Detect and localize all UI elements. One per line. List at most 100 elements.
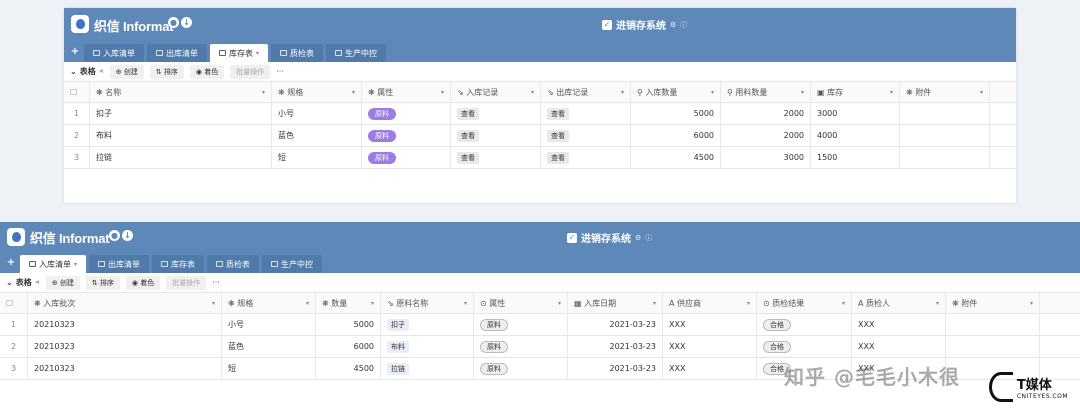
cell-spec[interactable]: 蓝色 — [222, 336, 316, 357]
cell-name[interactable]: 扣子 — [90, 103, 272, 124]
col-spec[interactable]: ❋ 规格 ▾ — [222, 293, 316, 313]
col-stock[interactable]: ▣ 库存 ▾ — [811, 82, 900, 102]
cell-result[interactable]: 合格 — [757, 336, 852, 357]
select-all-checkbox[interactable]: ☐ — [0, 293, 28, 313]
cell-date[interactable]: 2021-03-23 — [568, 314, 663, 335]
cell-attr[interactable]: 原料 — [474, 314, 568, 335]
cell-stock[interactable]: 4000 — [811, 125, 900, 146]
cell-result[interactable]: 合格 — [757, 314, 852, 335]
cell-attr[interactable]: 原料 — [362, 103, 451, 124]
cell-spec[interactable]: 短 — [222, 358, 316, 379]
cell-name[interactable]: 拉链 — [90, 147, 272, 168]
cell-stock[interactable]: 3000 — [811, 103, 900, 124]
cell-attach[interactable] — [900, 147, 990, 168]
view-link[interactable]: 查看 — [457, 107, 479, 120]
gear-icon[interactable]: ⚙ — [635, 234, 641, 242]
cell-inspector[interactable]: XXX — [852, 314, 946, 335]
col-name[interactable]: ❋ 名称 ▾ — [90, 82, 272, 102]
col-in-record[interactable]: ⇘ 入库记录 ▾ — [451, 82, 541, 102]
col-attach[interactable]: ❋ 附件 ▾ — [900, 82, 990, 102]
material-link[interactable]: 布料 — [387, 340, 409, 353]
view-link[interactable]: 查看 — [547, 107, 569, 120]
cell-material[interactable]: 扣子 — [381, 314, 474, 335]
view-link[interactable]: 查看 — [457, 129, 479, 142]
cell-use-qty[interactable]: 2000 — [721, 125, 811, 146]
cell-batch[interactable]: 20210323 — [28, 336, 222, 357]
sort-button[interactable]: ⇅ 排序 — [149, 64, 184, 79]
col-attr[interactable]: ⊙ 属性 ▾ — [474, 293, 568, 313]
sort-button[interactable]: ⇅ 排序 — [85, 275, 120, 290]
col-use-qty[interactable]: ⚲ 用料数量 ▾ — [721, 82, 811, 102]
cell-name[interactable]: 布料 — [90, 125, 272, 146]
material-link[interactable]: 拉链 — [387, 362, 409, 375]
chevron-down-icon[interactable]: ▾ — [256, 50, 259, 57]
tab-qc[interactable]: 质检表 — [271, 44, 324, 62]
col-material[interactable]: ⇘ 原料名称 ▾ — [381, 293, 474, 313]
cell-attr[interactable]: 原料 — [474, 336, 568, 357]
chevron-down-icon[interactable]: ▾ — [74, 261, 77, 268]
view-link[interactable]: 查看 — [547, 129, 569, 142]
cell-supplier[interactable]: XXX — [663, 336, 757, 357]
cell-out-record[interactable]: 查看 — [541, 125, 631, 146]
tab-inbound[interactable]: 入库清单 ▾ — [20, 255, 87, 273]
tab-inbound[interactable]: 入库清单 — [84, 44, 144, 62]
cell-batch[interactable]: 20210323 — [28, 314, 222, 335]
col-inspector[interactable]: A 质检人 ▾ — [852, 293, 946, 313]
cell-out-record[interactable]: 查看 — [541, 147, 631, 168]
more-button[interactable]: ··· — [276, 67, 284, 76]
view-selector[interactable]: ⌄ 表格 ⋖ — [6, 277, 40, 288]
gear-icon[interactable]: ⚙ — [670, 21, 676, 29]
material-link[interactable]: 扣子 — [387, 318, 409, 331]
color-button[interactable]: ◉ 着色 — [189, 64, 225, 79]
cell-in-record[interactable]: 查看 — [451, 103, 541, 124]
create-button[interactable]: ⊕ 创建 — [109, 64, 144, 79]
cell-spec[interactable]: 小号 — [222, 314, 316, 335]
cell-spec[interactable]: 蓝色 — [272, 125, 362, 146]
tab-outbound[interactable]: 出库清单 — [147, 44, 207, 62]
cell-attr[interactable]: 原料 — [474, 358, 568, 379]
table-row[interactable]: 1 扣子 小号 原料 查看 查看 5000 2000 3000 — [64, 103, 1016, 125]
cell-out-record[interactable]: 查看 — [541, 103, 631, 124]
cell-attr[interactable]: 原料 — [362, 125, 451, 146]
col-out-record[interactable]: ⇘ 出库记录 ▾ — [541, 82, 631, 102]
col-date[interactable]: ▦ 入库日期 ▾ — [568, 293, 663, 313]
add-tab-icon[interactable]: + — [69, 46, 81, 57]
info-icon[interactable]: ⓘ — [680, 20, 687, 30]
add-tab-icon[interactable]: + — [5, 257, 17, 268]
tab-stock[interactable]: 库存表 — [152, 255, 205, 273]
cell-attach[interactable] — [946, 336, 1040, 357]
select-all-checkbox[interactable]: ☐ — [64, 82, 90, 102]
cell-supplier[interactable]: XXX — [663, 314, 757, 335]
cell-material[interactable]: 拉链 — [381, 358, 474, 379]
cell-in-record[interactable]: 查看 — [451, 125, 541, 146]
cell-attach[interactable] — [946, 314, 1040, 335]
create-button[interactable]: ⊕ 创建 — [45, 275, 80, 290]
view-link[interactable]: 查看 — [457, 151, 479, 164]
info-icon[interactable]: ⓘ — [645, 233, 652, 243]
cell-attr[interactable]: 原料 — [362, 147, 451, 168]
table-row[interactable]: 2 布料 蓝色 原料 查看 查看 6000 2000 4000 — [64, 125, 1016, 147]
cell-supplier[interactable]: XXX — [663, 358, 757, 379]
download-icon[interactable]: ↓ — [181, 17, 192, 28]
tab-qc[interactable]: 质检表 — [207, 255, 260, 273]
download-icon[interactable]: ↓ — [122, 230, 133, 241]
cell-date[interactable]: 2021-03-23 — [568, 358, 663, 379]
table-row[interactable]: 3 拉链 短 原料 查看 查看 4500 3000 1500 — [64, 147, 1016, 169]
tab-stock[interactable]: 库存表 ▾ — [210, 44, 269, 62]
cell-date[interactable]: 2021-03-23 — [568, 336, 663, 357]
batch-button[interactable]: 批量操作 — [230, 64, 271, 79]
col-spec[interactable]: ❋ 规格 ▾ — [272, 82, 362, 102]
cell-in-qty[interactable]: 6000 — [631, 125, 721, 146]
col-qty[interactable]: ❋ 数量 ▾ — [316, 293, 381, 313]
col-supplier[interactable]: A 供应商 ▾ — [663, 293, 757, 313]
tab-production[interactable]: 生产中控 — [326, 44, 387, 62]
col-result[interactable]: ⊙ 质检结果 ▾ — [757, 293, 852, 313]
batch-button[interactable]: 批量操作 — [166, 275, 207, 290]
user-icon[interactable]: ● — [168, 17, 179, 28]
tab-outbound[interactable]: 出库清单 — [89, 255, 150, 273]
table-row[interactable]: 2 20210323 蓝色 6000 布料 原料 2021-03-23 XXX … — [0, 336, 1080, 358]
col-batch[interactable]: ❋ 入库批次 ▾ — [28, 293, 222, 313]
cell-spec[interactable]: 短 — [272, 147, 362, 168]
cell-use-qty[interactable]: 3000 — [721, 147, 811, 168]
user-icon[interactable]: ● — [109, 230, 120, 241]
